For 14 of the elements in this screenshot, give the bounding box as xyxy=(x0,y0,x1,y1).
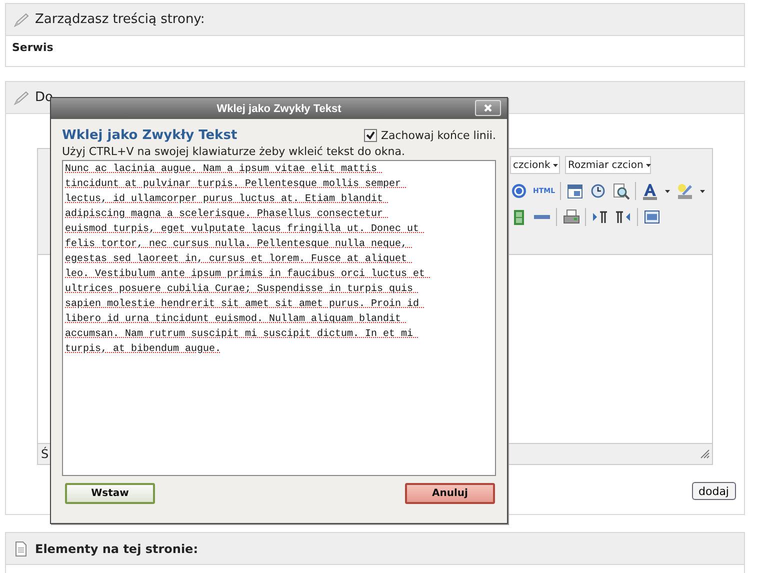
cancel-button[interactable]: Anuluj xyxy=(405,483,495,504)
font-select[interactable]: czcionk xyxy=(510,156,560,174)
font-size-select[interactable]: Rozmiar czcion xyxy=(565,156,651,174)
checkbox-label: Zachowaj końce linii. xyxy=(380,128,496,142)
site-name: Serwis xyxy=(12,41,54,54)
panel-title: Zarządzasz treścią strony: xyxy=(35,12,205,27)
dialog-title: Wklej jako Zwykły Tekst xyxy=(216,102,342,114)
insert-button[interactable]: Wstaw xyxy=(65,483,155,504)
status-text: Ś xyxy=(41,447,49,461)
add-button[interactable]: dodaj xyxy=(692,482,736,500)
pasted-text: Nunc ac lacinia augue. Nam a ipsum vitae elit mattis tincidunt at pulvinar turpis. Pellentesque mollis semper lectus, id ullamcorper purus luctus at. Etiam blandit adipiscing magna a scelerisque. Phasellus consectetur euismod turpis, eget vulputate lacus fringilla ut. Donec ut felis tortor, nec cursus nulla. Pellentesque nulla neque, egestas sed laoreet in, cursus et lorem. Fusce at aliquet leo. Vestibulum ante ipsum primis in faucibus orci luctus et ultrices posuere cubilia Curae; Suspendisse in turpis quis sapien molestie hendrerit sit amet sit amet purus. Proin id libero id urna tincidunt euismod. Nullam aliquam blandit accumsan. Nam rutrum suscipit mi suscipit dictum. In et mi turpis, at bibendum augue. xyxy=(65,162,426,357)
dialog-heading: Wklej jako Zwykły Tekst xyxy=(62,128,238,142)
instruction-text: Użyj CTRL+V na swojej klawiaturze żeby wkleić tekst do okna. xyxy=(62,145,406,158)
panel-title: Elementy na tej stronie: xyxy=(35,542,198,556)
